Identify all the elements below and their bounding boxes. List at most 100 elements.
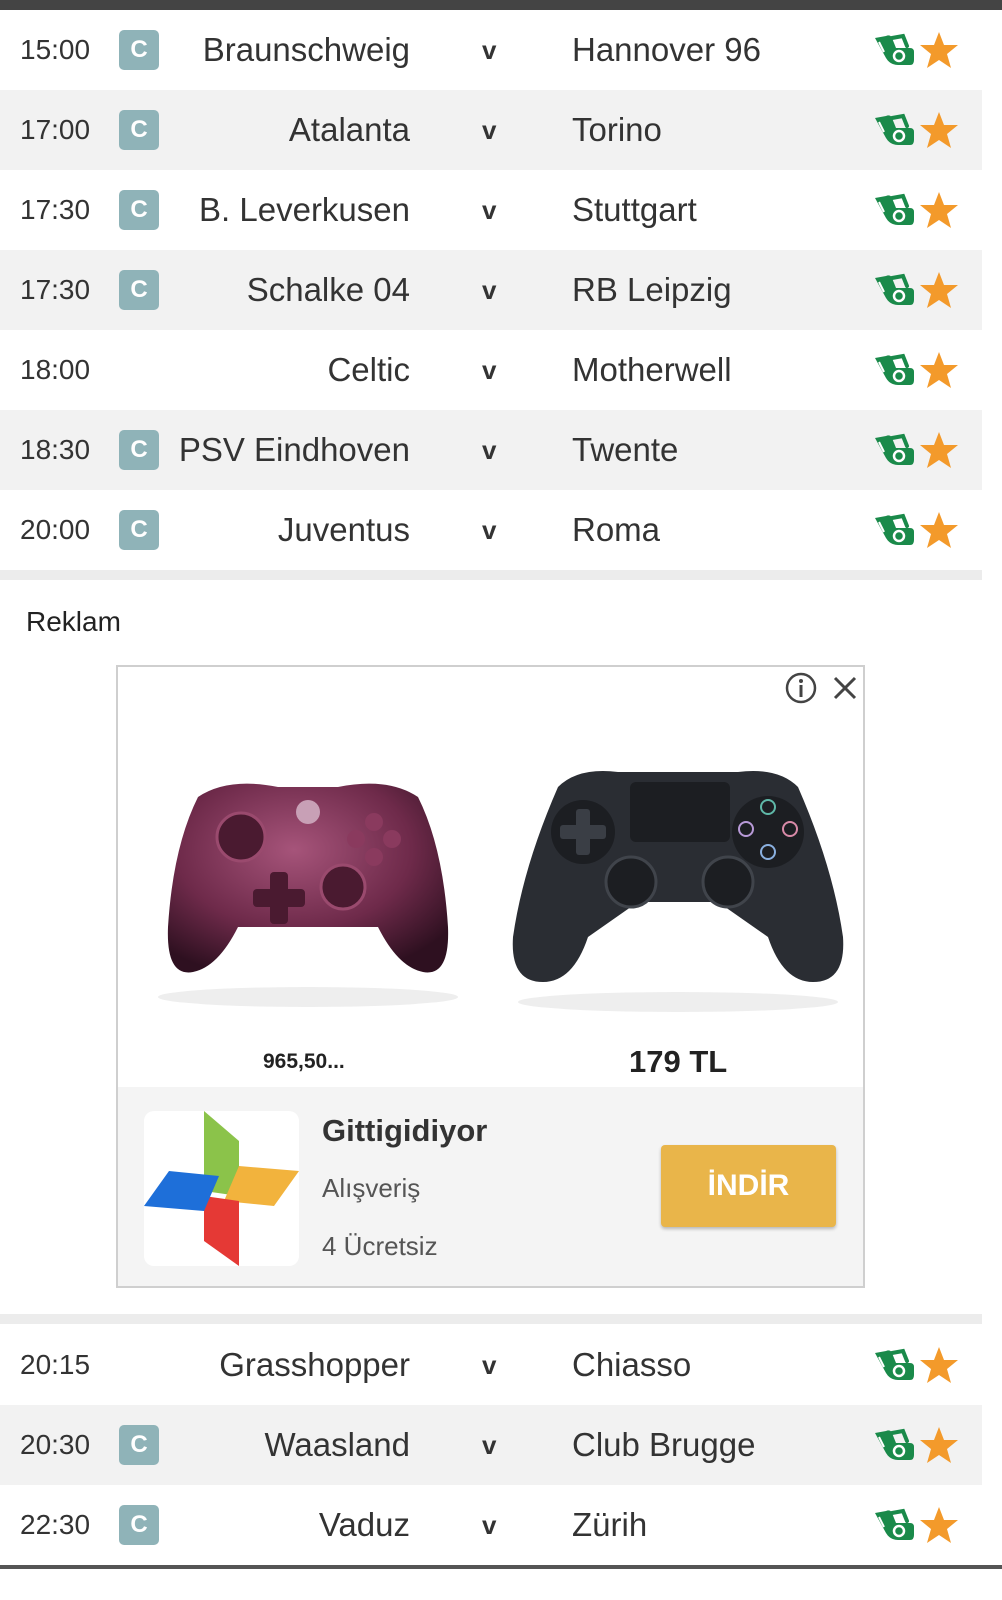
divider xyxy=(0,1314,982,1324)
match-row[interactable]: 20:30 C Waasland v Club Brugge xyxy=(0,1405,982,1485)
match-time: 15:00 xyxy=(20,34,91,65)
top-bar xyxy=(0,0,1002,10)
channel-badge: C xyxy=(119,1425,159,1465)
versus-label: v xyxy=(482,435,497,465)
home-team: B. Leverkusen xyxy=(199,191,410,228)
away-team: Roma xyxy=(572,511,661,548)
star-icon[interactable] xyxy=(919,1425,959,1465)
home-team: Waasland xyxy=(264,1426,410,1463)
channel-badge: C xyxy=(119,430,159,470)
ps4-controller-image xyxy=(512,771,844,1012)
match-row[interactable]: 18:00 Celtic v Motherwell xyxy=(0,330,982,410)
star-icon[interactable] xyxy=(919,1505,959,1545)
xbox-controller-image xyxy=(158,783,458,1007)
match-time: 22:30 xyxy=(20,1509,91,1540)
channel-badge: C xyxy=(119,270,159,310)
app-icon[interactable] xyxy=(144,1111,299,1266)
match-row[interactable]: 17:30 C B. Leverkusen v Stuttgart xyxy=(0,170,982,250)
match-time: 17:30 xyxy=(20,194,91,225)
home-team: Schalke 04 xyxy=(246,271,410,308)
bet-hand-icon[interactable] xyxy=(872,32,916,68)
match-row[interactable]: 15:00 C Braunschweig v Hannover 96 xyxy=(0,10,982,90)
app-rating: 4 Ücretsiz xyxy=(322,1231,438,1261)
versus-label: v xyxy=(482,1510,497,1540)
versus-label: v xyxy=(482,1350,497,1380)
product-price-2[interactable]: 179 TL xyxy=(629,1044,727,1080)
away-team: Stuttgart xyxy=(572,191,697,228)
star-icon[interactable] xyxy=(919,510,959,550)
match-list-bottom: 20:15 Grasshopper v Chiasso 20:30 C Waas… xyxy=(0,1325,982,1565)
bet-hand-icon[interactable] xyxy=(872,432,916,468)
star-icon[interactable] xyxy=(919,110,959,150)
home-team: PSV Eindhoven xyxy=(178,431,410,468)
star-icon[interactable] xyxy=(919,350,959,390)
versus-label: v xyxy=(482,115,497,145)
bet-hand-icon[interactable] xyxy=(872,1427,916,1463)
versus-label: v xyxy=(482,35,497,65)
away-team: Hannover 96 xyxy=(572,31,761,68)
match-row[interactable]: 18:30 C PSV Eindhoven v Twente xyxy=(0,410,982,490)
home-team: Celtic xyxy=(327,351,410,388)
channel-badge: C xyxy=(119,30,159,70)
away-team: Torino xyxy=(572,111,662,148)
home-team: Vaduz xyxy=(318,1506,410,1543)
product-price-1[interactable]: 965,50... xyxy=(263,1050,345,1074)
match-time: 17:00 xyxy=(20,114,91,145)
bottom-divider xyxy=(0,1565,1002,1569)
match-time: 18:00 xyxy=(20,354,91,385)
divider xyxy=(0,570,982,580)
away-team: Zürih xyxy=(572,1506,648,1543)
match-row[interactable]: 20:15 Grasshopper v Chiasso xyxy=(0,1325,982,1405)
bet-hand-icon[interactable] xyxy=(872,192,916,228)
versus-label: v xyxy=(482,1430,497,1460)
home-team: Juventus xyxy=(277,511,410,548)
match-time: 20:15 xyxy=(20,1349,91,1380)
app-category: Alışveriş xyxy=(322,1173,421,1203)
match-row[interactable]: 20:00 C Juventus v Roma xyxy=(0,490,982,570)
away-team: Club Brugge xyxy=(572,1426,756,1463)
channel-badge: C xyxy=(119,110,159,150)
home-team: Braunschweig xyxy=(202,31,410,68)
star-icon[interactable] xyxy=(919,1345,959,1385)
versus-label: v xyxy=(482,355,497,385)
bet-hand-icon[interactable] xyxy=(872,1347,916,1383)
channel-badge: C xyxy=(119,190,159,230)
channel-badge: C xyxy=(119,1505,159,1545)
bet-hand-icon[interactable] xyxy=(872,512,916,548)
versus-label: v xyxy=(482,275,497,305)
ad-banner[interactable]: 965,50... 179 TL Gittigidiyor Alışveriş … xyxy=(116,665,865,1288)
match-row[interactable]: 22:30 C Vaduz v Zürih xyxy=(0,1485,982,1565)
match-time: 17:30 xyxy=(20,274,91,305)
match-list-top: 15:00 C Braunschweig v Hannover 96 17:00… xyxy=(0,10,982,570)
channel-badge: C xyxy=(119,510,159,550)
star-icon[interactable] xyxy=(919,30,959,70)
product-card-xbox-controller[interactable] xyxy=(138,697,478,1087)
away-team: Motherwell xyxy=(572,351,732,388)
install-button[interactable]: İNDİR xyxy=(661,1145,836,1227)
versus-label: v xyxy=(482,515,497,545)
ad-label: Reklam xyxy=(26,606,121,637)
bet-hand-icon[interactable] xyxy=(872,1507,916,1543)
bet-hand-icon[interactable] xyxy=(872,272,916,308)
app-name: Gittigidiyor xyxy=(322,1113,488,1148)
product-card-ps4-controller[interactable] xyxy=(498,697,858,1087)
star-icon[interactable] xyxy=(919,430,959,470)
match-time: 18:30 xyxy=(20,434,91,465)
away-team: Chiasso xyxy=(572,1346,692,1383)
bet-hand-icon[interactable] xyxy=(872,112,916,148)
away-team: RB Leipzig xyxy=(572,271,732,308)
star-icon[interactable] xyxy=(919,190,959,230)
pinwheel-logo-icon xyxy=(144,1111,299,1266)
app-promo[interactable]: Gittigidiyor Alışveriş 4 Ücretsiz İNDİR xyxy=(118,1087,863,1286)
away-team: Twente xyxy=(572,431,679,468)
bottom-bar xyxy=(0,1565,1002,1600)
match-time: 20:00 xyxy=(20,514,91,545)
match-row[interactable]: 17:00 C Atalanta v Torino xyxy=(0,90,982,170)
star-icon[interactable] xyxy=(919,270,959,310)
bet-hand-icon[interactable] xyxy=(872,352,916,388)
home-team: Atalanta xyxy=(288,111,410,148)
home-team: Grasshopper xyxy=(219,1346,410,1383)
match-time: 20:30 xyxy=(20,1429,91,1460)
match-row[interactable]: 17:30 C Schalke 04 v RB Leipzig xyxy=(0,250,982,330)
versus-label: v xyxy=(482,195,497,225)
